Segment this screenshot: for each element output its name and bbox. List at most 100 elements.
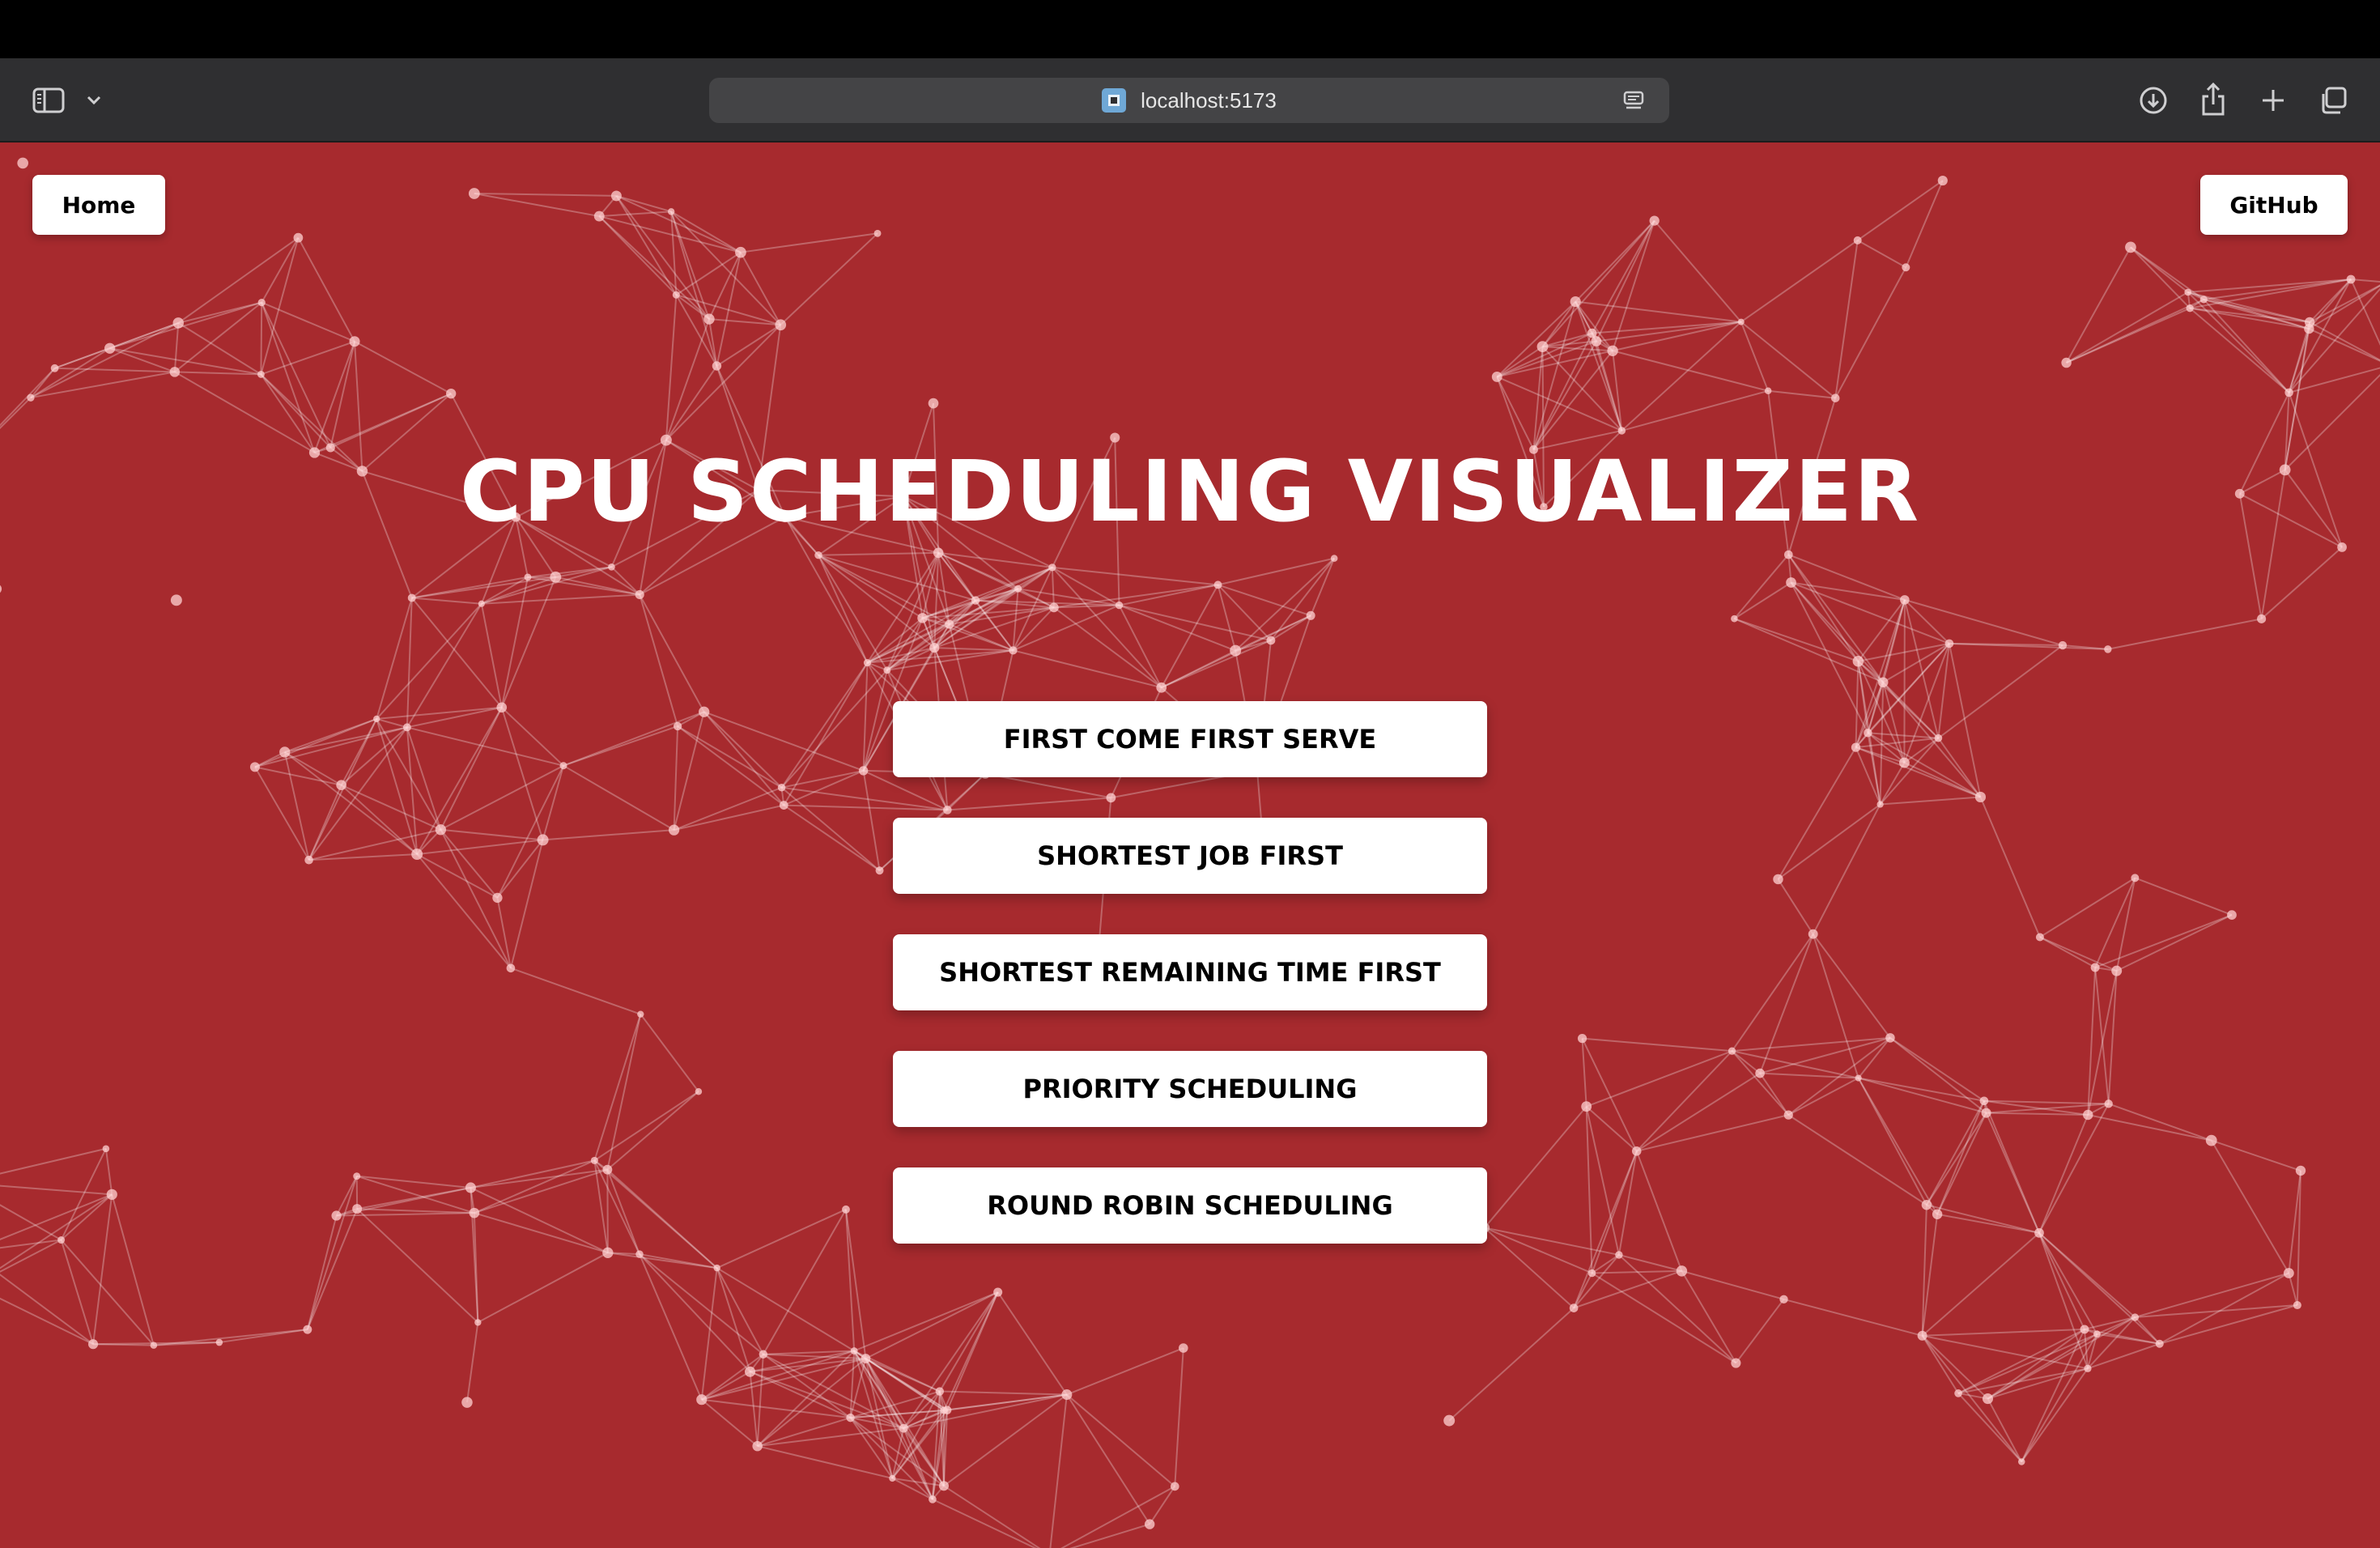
github-button[interactable]: GitHub [2200,175,2348,235]
network-node [537,834,549,846]
network-node [2083,1109,2093,1121]
network-link [1889,1037,1985,1102]
network-link [416,853,512,969]
network-link [1867,733,1881,805]
network-link [1484,1227,1620,1256]
network-node [1851,742,1861,752]
network-node [861,1354,871,1363]
network-node [1048,563,1056,572]
home-button[interactable]: Home [32,175,165,235]
network-link [615,195,742,253]
network-link [1867,732,1981,798]
network-link [1484,1227,1592,1274]
network-node [1852,655,1864,667]
network-link [716,1267,855,1352]
network-link [477,1252,609,1324]
network-link [1592,1272,1736,1364]
network-node [696,1394,708,1406]
network-link [818,551,939,556]
browser-toolbar: localhost:5173 [0,58,2380,142]
srtf-button[interactable]: SHORTEST REMAINING TIME FIRST [893,934,1487,1010]
network-node [2090,963,2100,972]
network-link [1060,1485,1175,1548]
network-link [376,603,482,720]
network-node [249,762,260,772]
priority-scheduling-button[interactable]: PRIORITY SCHEDULING [893,1051,1487,1127]
network-node [1876,801,1884,808]
tab-overview-icon[interactable] [2317,83,2349,118]
network-node [590,1156,598,1164]
network-link [1922,1328,2085,1337]
round-robin-button[interactable]: ROUND ROBIN SCHEDULING [893,1167,1487,1244]
network-link [411,597,482,605]
network-link [297,237,355,342]
network-link [2084,1316,2136,1330]
network-link [2038,1103,2110,1234]
network-node [929,642,940,653]
network-link [1733,581,1792,620]
network-node [1048,602,1059,613]
new-tab-icon[interactable] [2257,83,2289,118]
network-link [496,765,564,899]
network-node [993,1287,1003,1297]
network-node [352,1204,363,1214]
network-node [1443,1414,1456,1427]
network-link [818,554,924,619]
network-node [411,848,423,861]
network-link [308,853,418,861]
network-node [889,1474,896,1482]
network-link [2288,279,2352,393]
network-node [492,892,503,904]
network-link [2021,1333,2098,1463]
network-node [842,1205,850,1214]
network-node [87,1339,99,1350]
network-node [2035,933,2044,942]
network-link [92,1194,113,1345]
network-node [1110,432,1120,443]
network-link [1759,1073,1790,1116]
network-node [1934,734,1943,742]
chevron-down-icon[interactable] [83,87,105,113]
network-link [406,603,482,728]
network-link [1617,1150,1638,1256]
network-link [60,1148,107,1240]
network-node [1731,1358,1741,1368]
network-node [172,317,185,329]
network-node [752,1440,763,1452]
network-node [469,1207,480,1218]
network-link [1496,300,1576,378]
network-node [1737,318,1745,325]
network-link [780,670,888,789]
network-link [376,706,502,720]
sjf-button[interactable]: SHORTEST JOB FIRST [893,818,1487,894]
network-link [254,766,342,786]
network-node [1731,615,1738,623]
network-node [602,1164,613,1175]
share-icon[interactable] [2197,79,2229,118]
algorithm-list: FIRST COME FIRST SERVE SHORTEST JOB FIRS… [893,701,1487,1284]
network-node [2205,1134,2217,1146]
sidebar-toggle-icon[interactable] [31,83,66,118]
network-node [336,780,346,790]
network-link [2038,1232,2161,1345]
network-link [716,324,781,367]
network-link [306,1208,359,1330]
network-node [1577,1034,1587,1044]
network-link [1161,640,1272,689]
network-link [593,1014,642,1161]
address-bar[interactable]: localhost:5173 [709,78,1669,123]
network-link [673,725,679,831]
network-node [2337,542,2347,552]
network-link [1921,1232,2040,1337]
network-node [1885,1033,1895,1043]
network-link [1636,1072,1761,1152]
network-node [940,1406,948,1414]
network-node [2131,874,2140,882]
network-node [293,232,304,243]
reader-mode-icon[interactable] [1621,89,1647,113]
network-link [1496,332,1593,378]
network-node [703,313,715,325]
fcfs-button[interactable]: FIRST COME FIRST SERVE [893,701,1487,777]
download-icon[interactable] [2137,83,2170,118]
network-link [1586,1050,1732,1108]
